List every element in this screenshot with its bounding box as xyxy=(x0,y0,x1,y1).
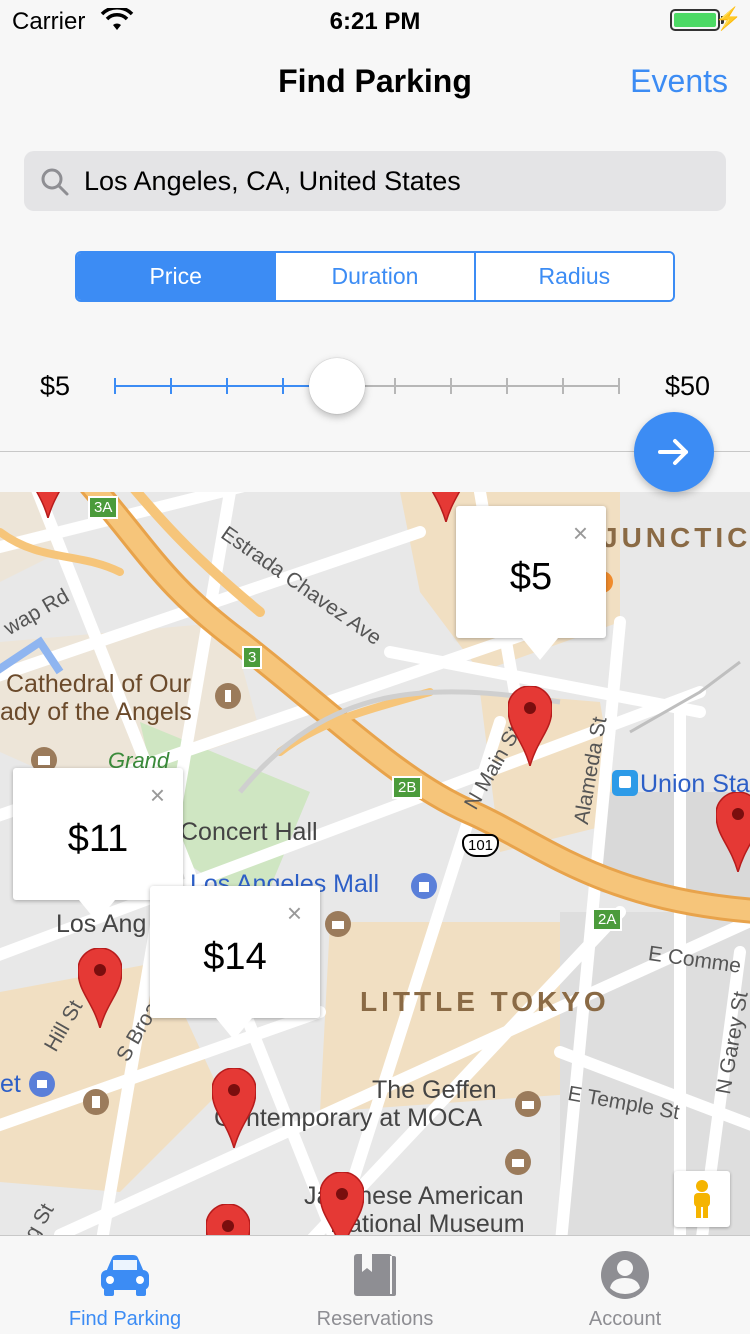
search-input[interactable]: Los Angeles, CA, United States xyxy=(24,151,726,211)
map-label-cathedral-2: ady of the Angels xyxy=(0,698,192,726)
parking-pin[interactable] xyxy=(320,1172,364,1235)
arrow-right-icon xyxy=(658,439,688,465)
shopping-cart-icon xyxy=(29,1071,55,1097)
tab-find-parking[interactable]: Find Parking xyxy=(0,1236,250,1334)
map-label-geffen-1: The Geffen xyxy=(372,1076,497,1104)
parking-pin[interactable] xyxy=(206,1204,250,1235)
slider-tick xyxy=(394,378,396,394)
tab-duration[interactable]: Duration xyxy=(274,253,474,300)
slider-tick xyxy=(282,378,284,394)
slider-tick xyxy=(114,378,116,394)
street-view-button[interactable] xyxy=(674,1171,730,1227)
map-label-cathedral-1: Cathedral of Our xyxy=(6,670,191,698)
route-shield-3: 3 xyxy=(242,646,263,669)
battery-icon xyxy=(670,9,724,31)
tab-account[interactable]: Account xyxy=(500,1236,750,1334)
events-button[interactable]: Events xyxy=(630,63,728,100)
slider-tick xyxy=(450,378,452,394)
map-view[interactable]: JUNCTIC Estrada Chavez Ave wap Rd Cathed… xyxy=(0,492,750,1235)
tab-label-account: Account xyxy=(588,1308,662,1330)
landmark-icon xyxy=(83,1089,109,1115)
tab-label-find-parking: Find Parking xyxy=(68,1308,182,1330)
charging-icon: ⚡ xyxy=(714,6,742,31)
parking-pin[interactable] xyxy=(26,492,70,518)
price-slider-track[interactable] xyxy=(114,378,620,394)
price-callout-value: $5 xyxy=(509,556,553,598)
route-shield-2a: 2A xyxy=(592,908,623,931)
pegman-icon xyxy=(694,1180,710,1218)
price-callout[interactable]: × $14 xyxy=(150,886,320,1040)
filter-segmented-control: Price Duration Radius xyxy=(75,251,675,302)
shopping-icon xyxy=(411,873,437,899)
tab-price[interactable]: Price xyxy=(77,253,275,300)
map-label-junction: JUNCTIC xyxy=(602,522,750,553)
price-callout[interactable]: × $11 xyxy=(13,768,183,922)
price-slider-thumb[interactable] xyxy=(308,358,365,414)
parking-pin[interactable] xyxy=(212,1068,256,1148)
search-value: Los Angeles, CA, United States xyxy=(84,166,461,196)
slider-tick xyxy=(618,378,620,394)
car-icon xyxy=(101,1255,149,1296)
slider-tick xyxy=(506,378,508,394)
route-shield-3a: 3A xyxy=(88,496,119,519)
close-icon[interactable]: × xyxy=(573,518,588,549)
map-label-et: et xyxy=(0,1070,21,1098)
account-icon xyxy=(601,1251,649,1299)
route-shield-2b: 2B xyxy=(392,776,423,799)
close-icon[interactable]: × xyxy=(287,898,302,929)
slider-min-label: $5 xyxy=(40,371,71,401)
status-bar: Carrier 6:21 PM ⚡ xyxy=(0,0,750,40)
church-icon xyxy=(215,683,241,709)
search-icon xyxy=(41,168,69,196)
museum-icon xyxy=(325,911,351,937)
parking-pin[interactable] xyxy=(716,792,750,872)
price-callout[interactable]: × $5 xyxy=(456,506,606,660)
museum-icon xyxy=(505,1149,531,1175)
price-callout-value: $11 xyxy=(67,818,129,860)
museum-icon xyxy=(515,1091,541,1117)
tab-label-reservations: Reservations xyxy=(316,1308,434,1330)
map-label-little-tokyo: LITTLE TOKYO xyxy=(360,986,610,1017)
slider-tick xyxy=(226,378,228,394)
tab-radius[interactable]: Radius xyxy=(473,253,673,300)
map-label-concert-hall: Concert Hall xyxy=(180,818,318,846)
parking-pin[interactable] xyxy=(78,948,122,1028)
price-callout-value: $14 xyxy=(203,936,267,978)
search-go-button[interactable] xyxy=(634,412,714,492)
tab-reservations[interactable]: Reservations xyxy=(250,1236,500,1334)
slider-tick xyxy=(562,378,564,394)
book-icon xyxy=(354,1254,396,1296)
slider-max-label: $50 xyxy=(664,371,710,401)
close-icon[interactable]: × xyxy=(150,780,165,811)
route-shield-101: 101 xyxy=(462,834,500,857)
train-station-icon xyxy=(612,770,638,796)
tab-bar: Find Parking Reservations Account xyxy=(0,1235,750,1334)
clock: 6:21 PM xyxy=(329,8,421,35)
slider-tick xyxy=(170,378,172,394)
parking-pin[interactable] xyxy=(508,686,552,766)
